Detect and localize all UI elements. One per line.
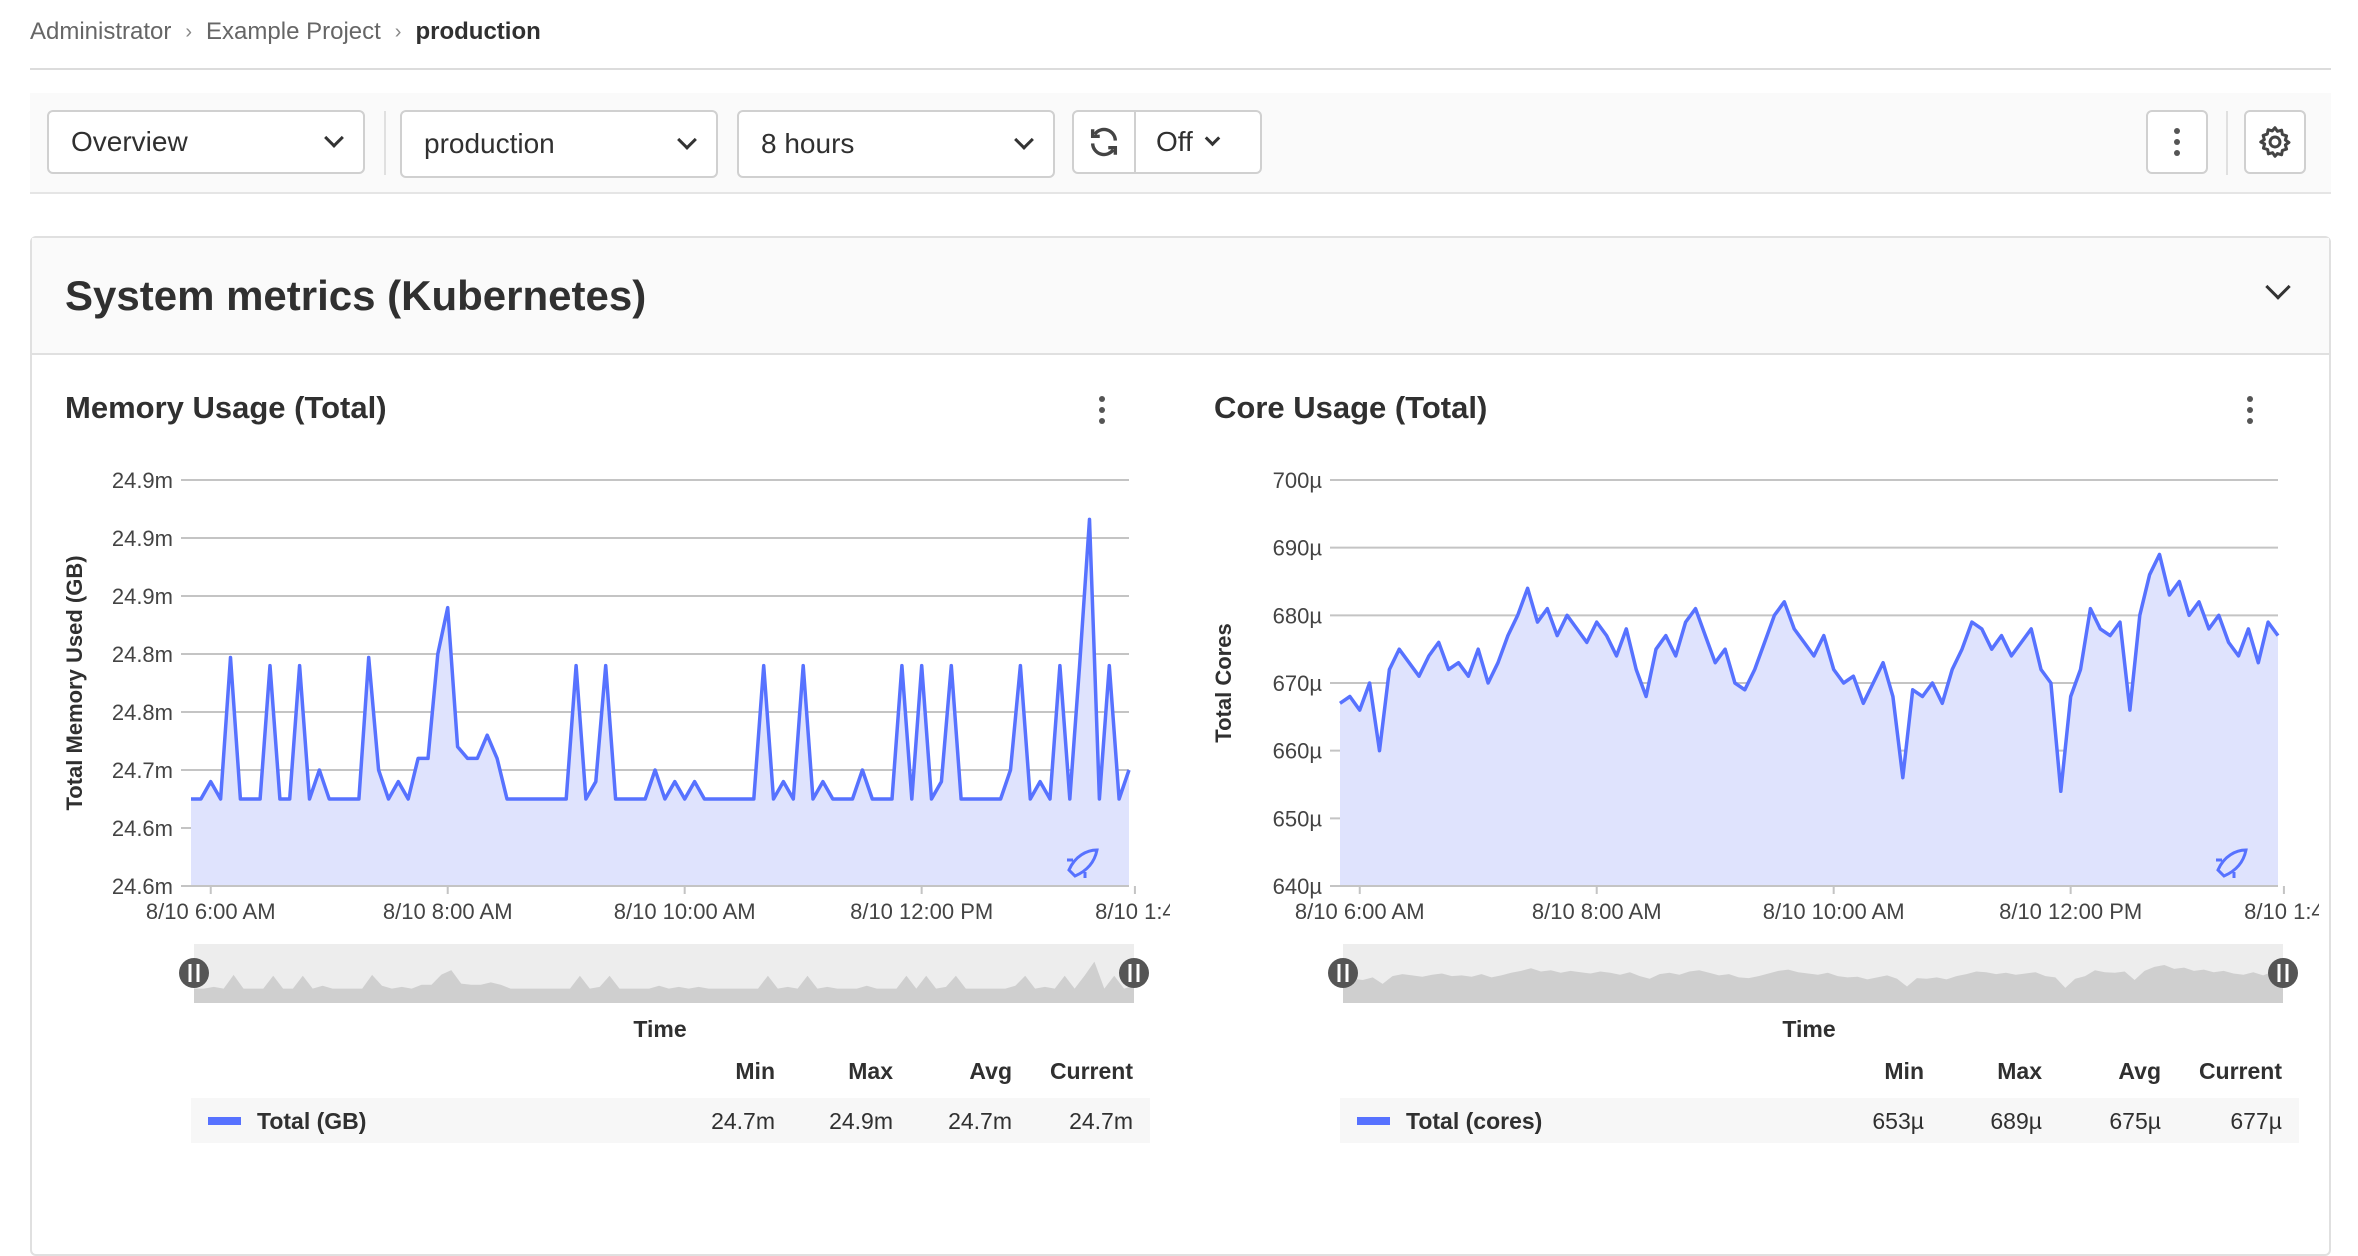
time-range-value: 8 hours (761, 128, 855, 159)
legend-header-current: Current (1049, 1058, 1133, 1084)
series-line (191, 517, 1131, 801)
dashboard-toolbar: Overview production 8 hours Off (30, 93, 2331, 194)
legend-avg: 24.7m (948, 1108, 1012, 1134)
y-tick-label: 24.6m (112, 816, 173, 841)
zoom-handle-right[interactable] (2268, 958, 2298, 988)
y-tick-label: 690µ (1273, 536, 1323, 561)
x-tick-label: 8/10 8:00 AM (383, 899, 513, 924)
y-tick-label: 660µ (1273, 739, 1323, 764)
legend-max: 689µ (1990, 1108, 2042, 1134)
y-tick-label: 700µ (1273, 468, 1323, 493)
legend-header-avg: Avg (969, 1058, 1012, 1084)
breadcrumb-environment[interactable]: production (415, 18, 540, 46)
divider (30, 68, 2331, 70)
legend-header-min: Min (1884, 1058, 1924, 1084)
refresh-interval-value: Off (1156, 126, 1193, 157)
chart-menu-button[interactable] (2240, 396, 2260, 424)
chevron-down-icon[interactable] (2265, 274, 2291, 300)
legend-min: 24.7m (711, 1108, 775, 1134)
legend-current: 24.7m (1069, 1108, 1133, 1134)
legend-current: 677µ (2230, 1108, 2282, 1134)
x-tick-label: 8/10 10:00 AM (1763, 899, 1905, 924)
y-tick-label: 24.7m (112, 758, 173, 783)
y-tick-label: 24.8m (112, 700, 173, 725)
legend-row[interactable]: Total (GB) 24.7m 24.9m 24.7m 24.7m (191, 1098, 1150, 1143)
y-tick-label: 670µ (1273, 671, 1323, 696)
chevron-down-icon (1204, 130, 1221, 146)
dashboard-select-value: Overview (71, 126, 188, 157)
legend-row[interactable]: Total (cores) 653µ 689µ 675µ 677µ (1340, 1098, 2299, 1143)
divider (2226, 111, 2228, 175)
legend-label: Total (GB) (257, 1108, 367, 1134)
legend-header-max: Max (1997, 1058, 2042, 1084)
dashboard-select[interactable]: Overview (47, 110, 365, 174)
breadcrumb-administrator[interactable]: Administrator (30, 18, 171, 46)
legend-header-max: Max (848, 1058, 893, 1084)
x-tick-label: 8/10 12:00 PM (850, 899, 993, 924)
chart-title-memory: Memory Usage (Total) (65, 390, 387, 425)
more-actions-button[interactable] (2146, 110, 2208, 174)
panel-title: System metrics (Kubernetes) (65, 272, 647, 319)
legend-header-min: Min (735, 1058, 775, 1084)
y-tick-label: 24.9m (112, 584, 173, 609)
x-tick-label: 8/10 6:00 AM (1295, 899, 1425, 924)
y-tick-label: 640µ (1273, 874, 1323, 899)
chevron-right-icon: › (185, 20, 193, 43)
time-range-select[interactable]: 8 hours (737, 110, 1055, 178)
x-tick-label: 8/10 1:4 (1095, 899, 1170, 924)
y-tick-label: 24.9m (112, 526, 173, 551)
gear-icon (2259, 126, 2291, 158)
legend-header-current: Current (2198, 1058, 2282, 1084)
zoom-handle-left[interactable] (179, 958, 209, 988)
x-tick-label: 8/10 8:00 AM (1532, 899, 1662, 924)
chevron-down-icon (1014, 130, 1034, 150)
chevron-down-icon (324, 128, 344, 148)
environment-select[interactable]: production (400, 110, 718, 178)
legend-max: 24.9m (829, 1108, 893, 1134)
refresh-button[interactable] (1074, 112, 1136, 172)
legend-min: 653µ (1872, 1108, 1924, 1134)
y-tick-label: 24.9m (112, 468, 173, 493)
divider (384, 111, 386, 175)
legend-avg: 675µ (2109, 1108, 2161, 1134)
refresh-control: Off (1072, 110, 1262, 174)
refresh-interval-select[interactable]: Off (1136, 126, 1221, 158)
zoom-handle-right[interactable] (1119, 958, 1149, 988)
legend-header-avg: Avg (2118, 1058, 2161, 1084)
panel-header[interactable]: System metrics (Kubernetes) (32, 238, 2329, 355)
chart-title-cores: Core Usage (Total) (1214, 390, 1488, 425)
chevron-right-icon: › (394, 20, 402, 43)
series-area (1340, 554, 2278, 886)
y-tick-label: 650µ (1273, 806, 1323, 831)
refresh-icon (1090, 127, 1118, 157)
kebab-icon (2167, 128, 2187, 156)
legend-label: Total (cores) (1406, 1108, 1543, 1134)
x-tick-label: 8/10 12:00 PM (1999, 899, 2142, 924)
y-tick-label: 680µ (1273, 603, 1323, 628)
chart-menu-button[interactable] (1092, 396, 1112, 424)
zoom-handle-left[interactable] (1328, 958, 1358, 988)
legend-swatch (1357, 1117, 1390, 1125)
x-axis-title: Time (1782, 1016, 1836, 1042)
x-axis-title: Time (633, 1016, 687, 1042)
series-area (191, 519, 1129, 886)
x-tick-label: 8/10 1:4 (2244, 899, 2319, 924)
breadcrumb: Administrator › Example Project › producti… (30, 18, 541, 46)
core-usage-chart[interactable]: 640µ 650µ 660µ 670µ 680µ 690µ 700µ 8/10 6:00 AM… (1209, 440, 2319, 1020)
chevron-down-icon (677, 130, 697, 150)
x-tick-label: 8/10 6:00 AM (146, 899, 276, 924)
breadcrumb-project[interactable]: Example Project (206, 18, 381, 46)
y-tick-label: 24.6m (112, 874, 173, 899)
x-tick-label: 8/10 10:00 AM (614, 899, 756, 924)
memory-usage-chart[interactable]: 24.6m 24.6m 24.7m 24.8m 24.8m 24.9m 24.9m 24.9m… (60, 440, 1170, 1020)
environment-select-value: production (424, 128, 555, 159)
settings-button[interactable] (2244, 110, 2306, 174)
legend-swatch (208, 1117, 241, 1125)
y-tick-label: 24.8m (112, 642, 173, 667)
